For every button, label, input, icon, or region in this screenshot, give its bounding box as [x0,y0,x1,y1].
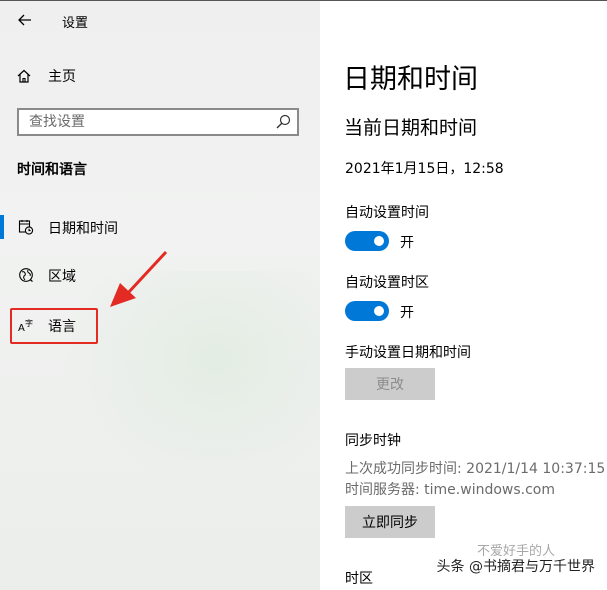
auto-timezone-toggle[interactable] [345,301,389,321]
current-datetime: 2021年1月15日，12:58 [345,161,504,177]
section-title: 时间和语言 [17,162,87,178]
toggle-knob [374,306,384,316]
globe-icon [19,268,33,282]
sidebar-item-label: 区域 [48,269,76,285]
auto-time-toggle[interactable] [345,231,389,251]
last-sync-text: 上次成功同步时间: 2021/1/14 10:37:15 [345,461,606,477]
manual-datetime-label: 手动设置日期和时间 [345,345,471,361]
selection-indicator [0,215,4,239]
sync-now-button[interactable]: 立即同步 [345,506,435,538]
sidebar-item-date-time[interactable]: 日期和时间 [0,211,320,243]
app-title: 设置 [62,16,89,31]
back-button[interactable] [10,7,40,33]
calendar-clock-icon [18,220,34,235]
back-arrow-icon [18,14,31,26]
search-icon[interactable] [275,114,291,130]
home-label: 主页 [48,69,76,85]
sync-clock-title: 同步时钟 [345,433,401,449]
home-link[interactable]: 主页 [16,63,76,89]
nav-pane: 设置 主页 时间和语言 日期和时间 区域 [0,1,320,590]
auto-time-label: 自动设置时间 [345,205,429,221]
time-server-text: 时间服务器: time.windows.com [345,482,556,498]
watermark-text: 头条 @书摘君与万千世界 [434,556,597,576]
search-input[interactable] [19,110,269,134]
home-icon [17,69,31,83]
annotation-arrow-icon [110,250,168,307]
sidebar-item-label: 日期和时间 [48,221,118,237]
search-box[interactable] [17,108,299,136]
toggle-knob [374,236,384,246]
page-title: 日期和时间 [343,64,478,95]
auto-time-state: 开 [400,235,414,251]
auto-timezone-label: 自动设置时区 [345,275,429,291]
timezone-title: 时区 [345,571,373,587]
background-glow [60,271,320,491]
auto-timezone-state: 开 [400,305,414,321]
change-button[interactable]: 更改 [345,368,435,400]
section-subtitle: 当前日期和时间 [344,117,478,139]
content-pane: 日期和时间 当前日期和时间 2021年1月15日，12:58 自动设置时间 开 … [320,1,607,590]
annotation-highlight-box [10,308,98,344]
